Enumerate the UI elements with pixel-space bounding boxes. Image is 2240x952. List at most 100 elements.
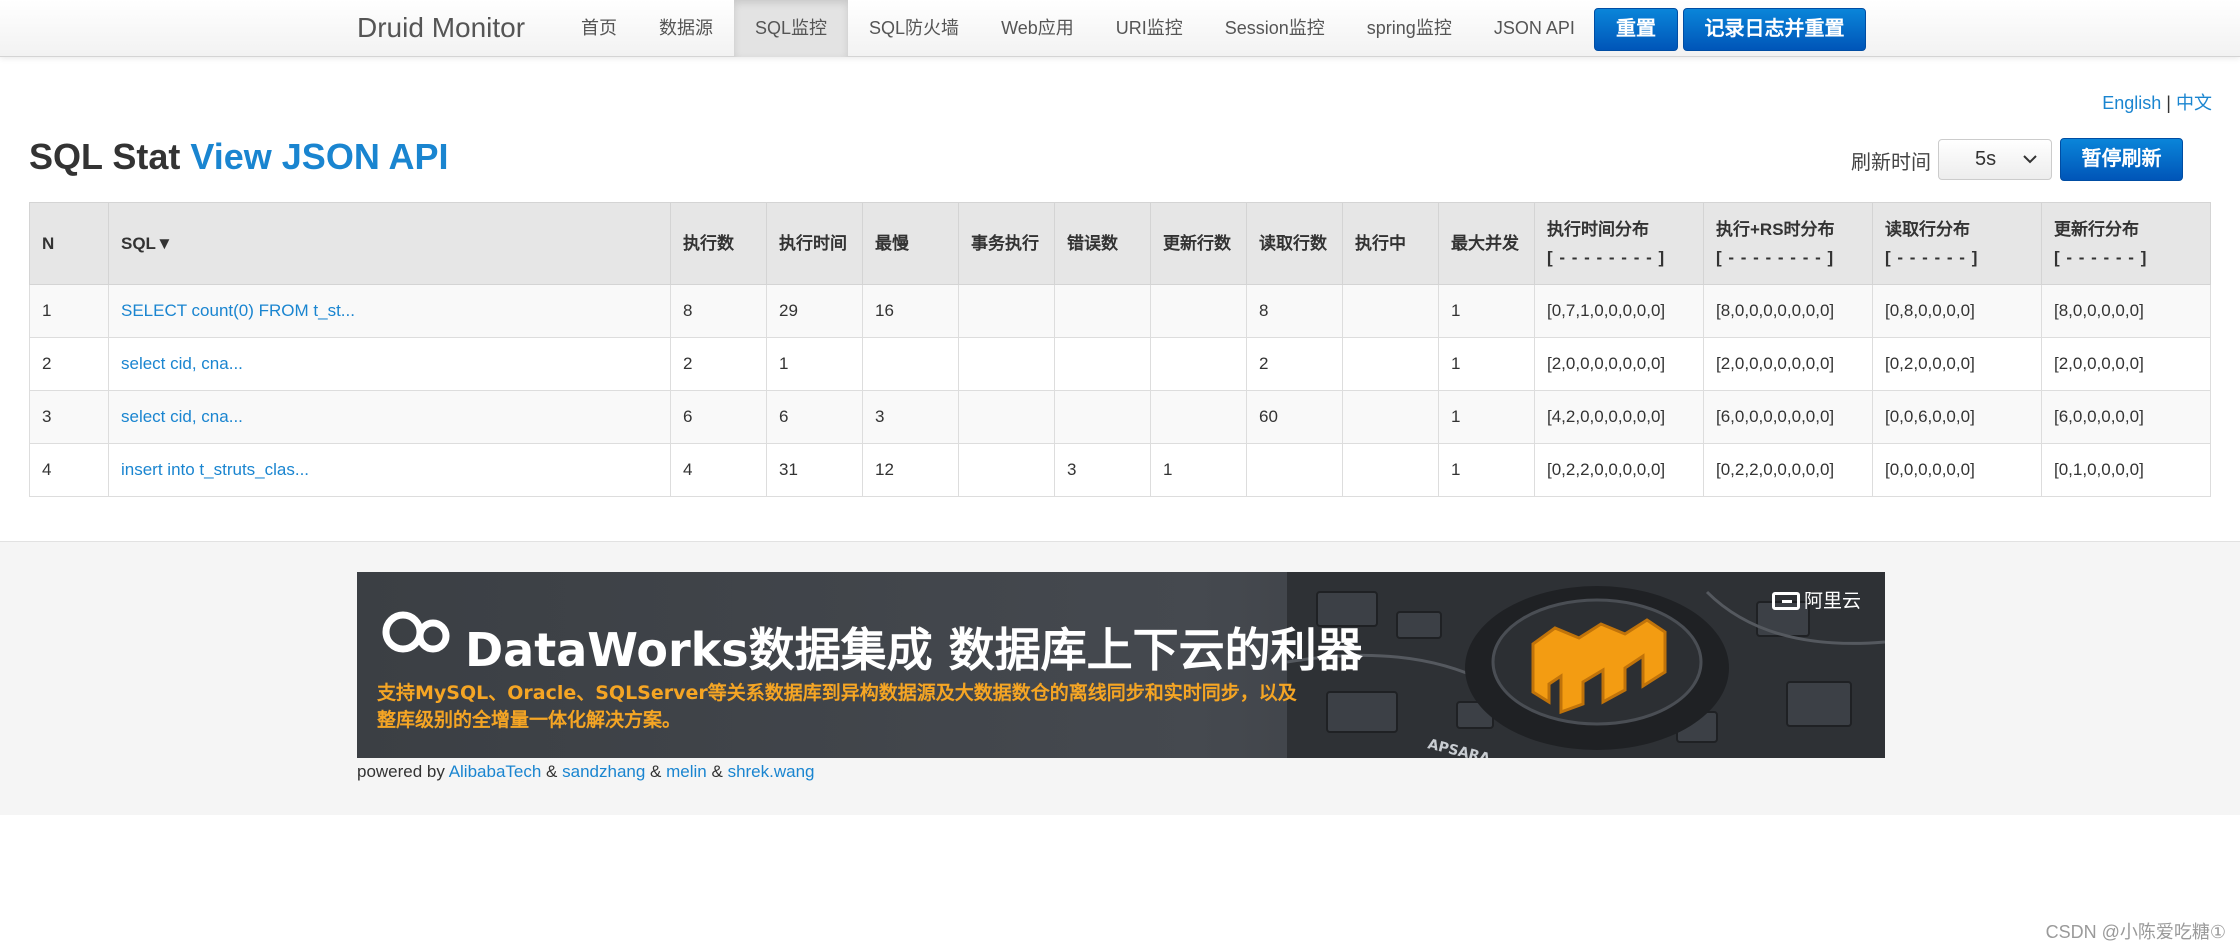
credit-link-shrek-wang[interactable]: shrek.wang [728, 762, 815, 781]
header-exec-rs-hist-sub: [ - - - - - - - - ] [1716, 247, 1835, 267]
pause-refresh-button[interactable]: 暂停刷新 [2060, 138, 2183, 181]
nav-item-wall[interactable]: SQL防火墙 [848, 0, 980, 57]
cell-max-concurrent: 1 [1438, 284, 1535, 338]
header-errors[interactable]: 错误数 [1054, 202, 1151, 285]
cell-read-rows: 8 [1246, 284, 1343, 338]
top-navbar: Druid Monitor 首页 数据源 SQL监控 SQL防火墙 Web应用 … [0, 0, 2240, 57]
cell-update-hist: [6,0,0,0,0,0] [2041, 390, 2211, 444]
cell-exec-rs-hist: [8,0,0,0,0,0,0,0] [1703, 284, 1873, 338]
aliyun-icon [1771, 592, 1800, 610]
table-row: 1 SELECT count(0) FROM t_st... 8 29 16 8… [29, 284, 2211, 338]
header-exec-count[interactable]: 执行数 [670, 202, 767, 285]
cell-errors: 3 [1054, 443, 1151, 497]
cell-exec-hist: [0,7,1,0,0,0,0,0] [1534, 284, 1704, 338]
cell-errors [1054, 284, 1151, 338]
header-update-hist[interactable]: 更新行分布 [ - - - - - - ] [2041, 202, 2211, 285]
nav-item-webapp[interactable]: Web应用 [980, 0, 1095, 57]
cell-running [1342, 390, 1439, 444]
lang-chinese-link[interactable]: 中文 [2176, 93, 2212, 113]
view-json-api-link[interactable]: View JSON API [190, 136, 448, 177]
nav-item-spring[interactable]: spring监控 [1346, 0, 1473, 57]
credit-separator: & [546, 762, 558, 781]
cell-exec-rs-hist: [6,0,0,0,0,0,0,0] [1703, 390, 1873, 444]
table-header-row: N SQL▼ 执行数 执行时间 最慢 事务执行 错误数 更新行数 读取行数 执行… [29, 202, 2211, 285]
banner-description: 支持MySQL、Oracle、SQLServer等关系数据库到异构数据源及大数据… [377, 682, 1297, 731]
header-running[interactable]: 执行中 [1342, 202, 1439, 285]
nav-item-datasource[interactable]: 数据源 [638, 0, 734, 57]
header-slowest[interactable]: 最慢 [862, 202, 959, 285]
nav-item-uri[interactable]: URI监控 [1095, 0, 1204, 57]
cell-exec-count: 6 [670, 390, 767, 444]
table-row: 4 insert into t_struts_clas... 4 31 12 3… [29, 443, 2211, 497]
sql-link[interactable]: insert into t_struts_clas... [108, 443, 671, 497]
sql-link[interactable]: select cid, cna... [108, 390, 671, 444]
cell-exec-time: 6 [766, 390, 863, 444]
header-txn[interactable]: 事务执行 [958, 202, 1055, 285]
cell-txn [958, 390, 1055, 444]
header-read-hist[interactable]: 读取行分布 [ - - - - - - ] [1872, 202, 2042, 285]
aliyun-brand-text: 阿里云 [1803, 590, 1861, 612]
refresh-interval-label: 刷新时间 [1851, 152, 1931, 174]
header-read-hist-sub: [ - - - - - - ] [1885, 247, 1979, 267]
cell-exec-time: 1 [766, 337, 863, 391]
header-exec-hist[interactable]: 执行时间分布 [ - - - - - - - - ] [1534, 202, 1704, 285]
header-read-hist-label: 读取行分布 [1885, 219, 1970, 239]
cell-running [1342, 284, 1439, 338]
cell-read-hist: [0,0,6,0,0,0] [1872, 390, 2042, 444]
header-max-concurrent[interactable]: 最大并发 [1438, 202, 1535, 285]
header-exec-time[interactable]: 执行时间 [766, 202, 863, 285]
header-n[interactable]: N [29, 202, 109, 285]
cell-n: 3 [29, 390, 109, 444]
page-title-text: SQL Stat [29, 136, 181, 177]
cell-read-hist: [0,0,0,0,0,0] [1872, 443, 2042, 497]
dataworks-ad-banner[interactable]: APSARA DataWorks数据集成 数据库上下云的利器 支持MySQL、O… [357, 572, 1885, 758]
header-sql[interactable]: SQL▼ [108, 202, 671, 285]
log-and-reset-button[interactable]: 记录日志并重置 [1683, 8, 1866, 51]
cell-n: 4 [29, 443, 109, 497]
cell-slowest [862, 337, 959, 391]
cell-running [1342, 443, 1439, 497]
sql-stat-table: N SQL▼ 执行数 执行时间 最慢 事务执行 错误数 更新行数 读取行数 执行… [29, 202, 2211, 497]
header-exec-rs-hist[interactable]: 执行+RS时分布 [ - - - - - - - - ] [1703, 202, 1873, 285]
powered-by-label: powered by [357, 762, 445, 781]
credit-link-sandzhang[interactable]: sandzhang [562, 762, 645, 781]
refresh-interval-select[interactable]: 5s [1938, 139, 2052, 180]
credit-link-alibabatech[interactable]: AlibabaTech [449, 762, 542, 781]
cell-n: 2 [29, 337, 109, 391]
reset-button[interactable]: 重置 [1594, 8, 1678, 51]
cell-update-rows [1150, 337, 1247, 391]
sql-link[interactable]: SELECT count(0) FROM t_st... [108, 284, 671, 338]
cell-max-concurrent: 1 [1438, 390, 1535, 444]
cell-running [1342, 337, 1439, 391]
nav-item-session[interactable]: Session监控 [1204, 0, 1346, 57]
header-read-rows[interactable]: 读取行数 [1246, 202, 1343, 285]
cell-exec-count: 4 [670, 443, 767, 497]
nav-item-json-api[interactable]: JSON API [1473, 0, 1596, 57]
brand-title[interactable]: Druid Monitor [357, 10, 525, 46]
header-update-rows[interactable]: 更新行数 [1150, 202, 1247, 285]
cell-exec-count: 8 [670, 284, 767, 338]
cell-exec-time: 29 [766, 284, 863, 338]
cell-read-rows: 60 [1246, 390, 1343, 444]
nav-item-home[interactable]: 首页 [560, 0, 638, 57]
cell-errors [1054, 390, 1151, 444]
credit-link-melin[interactable]: melin [666, 762, 707, 781]
lang-english-link[interactable]: English [2102, 93, 2161, 113]
cell-n: 1 [29, 284, 109, 338]
cell-update-hist: [8,0,0,0,0,0] [2041, 284, 2211, 338]
sql-link[interactable]: select cid, cna... [108, 337, 671, 391]
header-exec-hist-label: 执行时间分布 [1547, 219, 1649, 239]
csdn-watermark: CSDN @小陈爱吃糖① [2045, 922, 2226, 942]
header-exec-rs-hist-label: 执行+RS时分布 [1716, 219, 1835, 239]
cell-update-rows [1150, 390, 1247, 444]
cell-update-rows [1150, 284, 1247, 338]
refresh-interval-value: 5s [1975, 148, 1997, 170]
cell-slowest: 3 [862, 390, 959, 444]
cell-exec-rs-hist: [2,0,0,0,0,0,0,0] [1703, 337, 1873, 391]
lang-separator: | [2166, 93, 2171, 113]
cell-max-concurrent: 1 [1438, 443, 1535, 497]
nav-item-sql[interactable]: SQL监控 [734, 0, 849, 57]
cell-txn [958, 284, 1055, 338]
header-update-hist-sub: [ - - - - - - ] [2054, 247, 2148, 267]
cell-exec-hist: [0,2,2,0,0,0,0,0] [1534, 443, 1704, 497]
